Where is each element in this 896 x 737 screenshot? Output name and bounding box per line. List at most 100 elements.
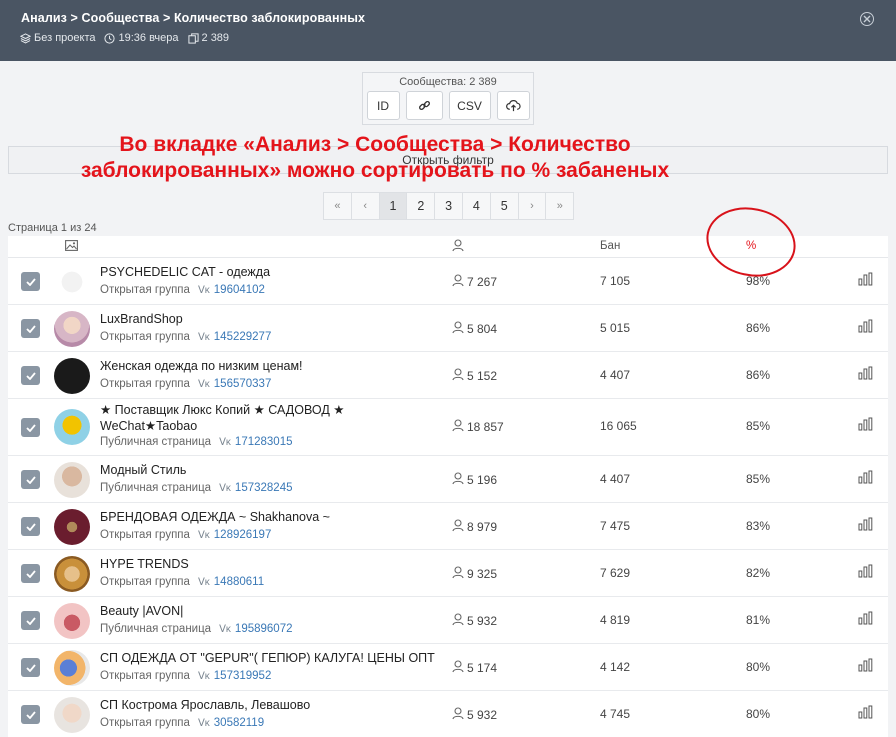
row-checkbox[interactable] bbox=[21, 517, 40, 536]
members-count: 5 932 bbox=[452, 707, 497, 723]
table-row[interactable]: СП ОДЕЖДА ОТ "GEPUR"( ГЕПЮР) КАЛУГА! ЦЕН… bbox=[8, 644, 888, 691]
user-icon bbox=[452, 239, 464, 252]
group-type: Открытая группа bbox=[100, 576, 190, 588]
group-id-link[interactable]: 171283015 bbox=[235, 436, 293, 448]
group-id-link[interactable]: 195896072 bbox=[235, 623, 293, 635]
avatar[interactable] bbox=[54, 556, 90, 592]
table-row[interactable]: СП Кострома Ярославль, Левашово Открытая … bbox=[8, 691, 888, 737]
bar-chart-icon bbox=[858, 366, 874, 384]
table-row[interactable]: Женская одежда по низким ценам! Открытая … bbox=[8, 352, 888, 399]
upload-cloud-button[interactable] bbox=[496, 91, 530, 120]
table-row[interactable]: HYPE TRENDS Открытая группа ᐯᴋ 14880611 9 32… bbox=[8, 550, 888, 597]
ban-column-header[interactable]: Бан bbox=[600, 240, 620, 252]
export-panel: Сообщества: 2 389 ID CSV bbox=[362, 72, 534, 125]
row-checkbox[interactable] bbox=[21, 418, 40, 437]
group-id-link[interactable]: 157319952 bbox=[214, 670, 272, 682]
row-checkbox[interactable] bbox=[21, 705, 40, 724]
check-icon bbox=[25, 419, 36, 437]
export-id-button[interactable]: ID bbox=[366, 91, 400, 120]
group-id-link[interactable]: 19604102 bbox=[214, 284, 265, 296]
prev-page-button[interactable]: ‹ bbox=[350, 192, 380, 220]
stats-button[interactable] bbox=[858, 705, 874, 724]
stats-button[interactable] bbox=[858, 658, 874, 677]
page-1-button[interactable]: 1 bbox=[378, 192, 408, 220]
row-checkbox[interactable] bbox=[21, 272, 40, 291]
table-body: PSYCHEDELIC CAT - одежда Открытая группа ᐯ… bbox=[8, 258, 888, 737]
group-type: Публичная страница bbox=[100, 436, 212, 448]
close-button[interactable] bbox=[860, 12, 874, 26]
stats-button[interactable] bbox=[858, 611, 874, 630]
page-2-button[interactable]: 2 bbox=[406, 192, 436, 220]
avatar[interactable] bbox=[54, 603, 90, 639]
group-name[interactable]: Модный Стиль bbox=[100, 463, 186, 477]
group-name[interactable]: Beauty |AVON| bbox=[100, 604, 183, 618]
avatar[interactable] bbox=[54, 697, 90, 733]
group-name[interactable]: HYPE TRENDS bbox=[100, 557, 189, 571]
members-column-icon[interactable] bbox=[452, 239, 465, 255]
group-id-link[interactable]: 157328245 bbox=[235, 482, 293, 494]
group-type: Публичная страница bbox=[100, 482, 212, 494]
vk-icon: ᐯᴋ bbox=[219, 482, 231, 494]
group-subline: Публичная страница ᐯᴋ 171283015 bbox=[100, 436, 292, 448]
group-name[interactable]: СП ОДЕЖДА ОТ "GEPUR"( ГЕПЮР) КАЛУГА! ЦЕН… bbox=[100, 651, 435, 665]
group-name[interactable]: ★ Поставщик Люкс Копий ★ САДОВОД ★ WeCha… bbox=[100, 402, 370, 434]
row-checkbox[interactable] bbox=[21, 470, 40, 489]
row-checkbox[interactable] bbox=[21, 366, 40, 385]
avatar[interactable] bbox=[54, 264, 90, 300]
stats-button[interactable] bbox=[858, 272, 874, 291]
vk-icon: ᐯᴋ bbox=[197, 717, 210, 729]
avatar[interactable] bbox=[54, 509, 90, 545]
group-name[interactable]: Женская одежда по низким ценам! bbox=[100, 359, 303, 373]
check-icon bbox=[25, 612, 36, 630]
last-page-button[interactable]: » bbox=[545, 192, 575, 220]
image-column-icon[interactable] bbox=[65, 240, 78, 254]
members-count: 8 979 bbox=[452, 519, 497, 535]
table-row[interactable]: LuxBrandShop Открытая группа ᐯᴋ 145229277 5 … bbox=[8, 305, 888, 352]
row-checkbox[interactable] bbox=[21, 319, 40, 338]
table-row[interactable]: Beauty |AVON| Публичная страница ᐯᴋ 1958960… bbox=[8, 597, 888, 644]
group-id-link[interactable]: 145229277 bbox=[214, 331, 272, 343]
next-page-button[interactable]: › bbox=[517, 192, 547, 220]
avatar[interactable] bbox=[54, 358, 90, 394]
group-name[interactable]: LuxBrandShop bbox=[100, 312, 183, 326]
ban-count: 4 407 bbox=[600, 368, 631, 382]
avatar[interactable] bbox=[54, 311, 90, 347]
first-page-button[interactable]: « bbox=[323, 192, 352, 220]
row-checkbox[interactable] bbox=[21, 658, 40, 677]
members-count: 5 196 bbox=[452, 472, 497, 488]
copy-link-button[interactable] bbox=[405, 91, 443, 120]
members-value: 5 196 bbox=[467, 473, 498, 487]
table-row[interactable]: БРЕНДОВАЯ ОДЕЖДА ~ Shakhanova ~ Открытая … bbox=[8, 503, 888, 550]
stats-button[interactable] bbox=[858, 417, 874, 436]
group-name[interactable]: СП Кострома Ярославль, Левашово bbox=[100, 698, 310, 712]
stats-button[interactable] bbox=[858, 564, 874, 583]
group-id-link[interactable]: 128926197 bbox=[214, 529, 272, 541]
group-name[interactable]: БРЕНДОВАЯ ОДЕЖДА ~ Shakhanova ~ bbox=[100, 510, 330, 524]
row-checkbox[interactable] bbox=[21, 611, 40, 630]
group-id-link[interactable]: 156570337 bbox=[214, 378, 272, 390]
members-count: 5 174 bbox=[452, 660, 497, 676]
table-row[interactable]: ★ Поставщик Люкс Копий ★ САДОВОД ★ WeCha… bbox=[8, 399, 888, 456]
group-name[interactable]: PSYCHEDELIC CAT - одежда bbox=[100, 265, 270, 279]
export-csv-button[interactable]: CSV bbox=[448, 91, 491, 120]
avatar[interactable] bbox=[54, 409, 90, 445]
page-5-button[interactable]: 5 bbox=[489, 192, 519, 220]
group-id-link[interactable]: 14880611 bbox=[214, 576, 264, 588]
group-id-link[interactable]: 30582119 bbox=[214, 717, 264, 729]
group-subline: Публичная страница ᐯᴋ 195896072 bbox=[100, 623, 292, 635]
count-meta: 2 389 bbox=[187, 32, 229, 44]
bar-chart-icon bbox=[858, 272, 874, 290]
vk-icon: ᐯᴋ bbox=[219, 436, 231, 448]
page-4-button[interactable]: 4 bbox=[461, 192, 491, 220]
stats-button[interactable] bbox=[858, 366, 874, 385]
stats-button[interactable] bbox=[858, 319, 874, 338]
page-3-button[interactable]: 3 bbox=[434, 192, 463, 220]
user-icon bbox=[452, 368, 467, 384]
stats-button[interactable] bbox=[858, 470, 874, 489]
pagination: « ‹ 1 2 3 4 5 › » bbox=[323, 192, 575, 220]
avatar[interactable] bbox=[54, 650, 90, 686]
stats-button[interactable] bbox=[858, 517, 874, 536]
table-row[interactable]: Модный Стиль Публичная страница ᐯᴋ 15732824… bbox=[8, 456, 888, 503]
avatar[interactable] bbox=[54, 462, 90, 498]
row-checkbox[interactable] bbox=[21, 564, 40, 583]
